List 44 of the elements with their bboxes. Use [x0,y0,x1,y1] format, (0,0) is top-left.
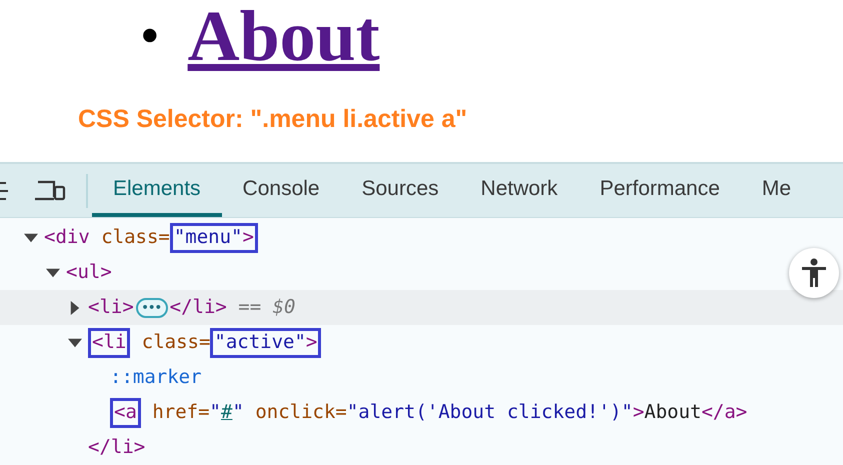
code-token: href= [151,400,210,426]
bullet: • [140,8,160,64]
code-token: About [644,400,702,426]
dom-tree-row[interactable]: <ul> [0,255,843,290]
collapsed-triangle-icon[interactable] [68,300,82,314]
accessibility-person-icon [801,258,827,288]
devtools-tab[interactable]: Sources [340,164,460,217]
code-token: class= [140,330,210,356]
code-token: > [242,225,254,250]
about-link[interactable]: About [188,0,380,72]
code-token: "alert('About clicked!')" [346,400,633,426]
code-token: class= [100,225,170,250]
code-token: <li [92,330,126,356]
code-token: ::marker [110,365,202,390]
code-token: <a [114,400,137,426]
devtools-tab[interactable]: Performance [578,164,741,217]
code-token: " [210,400,221,426]
accessibility-button[interactable] [789,248,839,298]
ellipsis-badge[interactable]: ••• [136,298,168,318]
code-token: "active" [214,330,306,356]
code-token: == $0 [237,295,296,320]
code-token: " [232,400,244,426]
device-toolbar-icon[interactable] [34,178,66,203]
code-token: onclick= [254,400,347,426]
code-token: </li> [170,295,227,320]
code-token: <ul> [66,260,112,286]
code-token: <div [44,225,90,250]
devtools-tab[interactable]: Network [460,164,579,217]
code-token: </li> [88,435,146,460]
dom-tree-row[interactable]: <a href="#" onclick="alert('About clicked!')">About</a> [0,395,843,430]
code-token: > [306,330,318,356]
code-token: # [220,400,232,426]
code-token: "menu" [174,225,242,250]
dom-tree-row[interactable]: ::marker [0,360,843,395]
dom-tree-row[interactable]: </li> [0,430,843,465]
code-token: <li> [88,295,134,320]
dom-tree-row[interactable]: <div class= "menu"> [0,220,843,255]
dom-tree-row[interactable]: <li> ••• </li> == $0 [0,290,843,325]
devtools-tab[interactable]: Me [740,164,812,217]
css-selector-heading: CSS Selector: ".menu li.active a" [78,107,468,132]
devtools-tab[interactable]: Console [222,164,341,217]
dom-tree-row[interactable]: <li class= "active"> [0,325,843,360]
code-token: > [632,400,644,426]
code-token: </a> [701,400,748,426]
